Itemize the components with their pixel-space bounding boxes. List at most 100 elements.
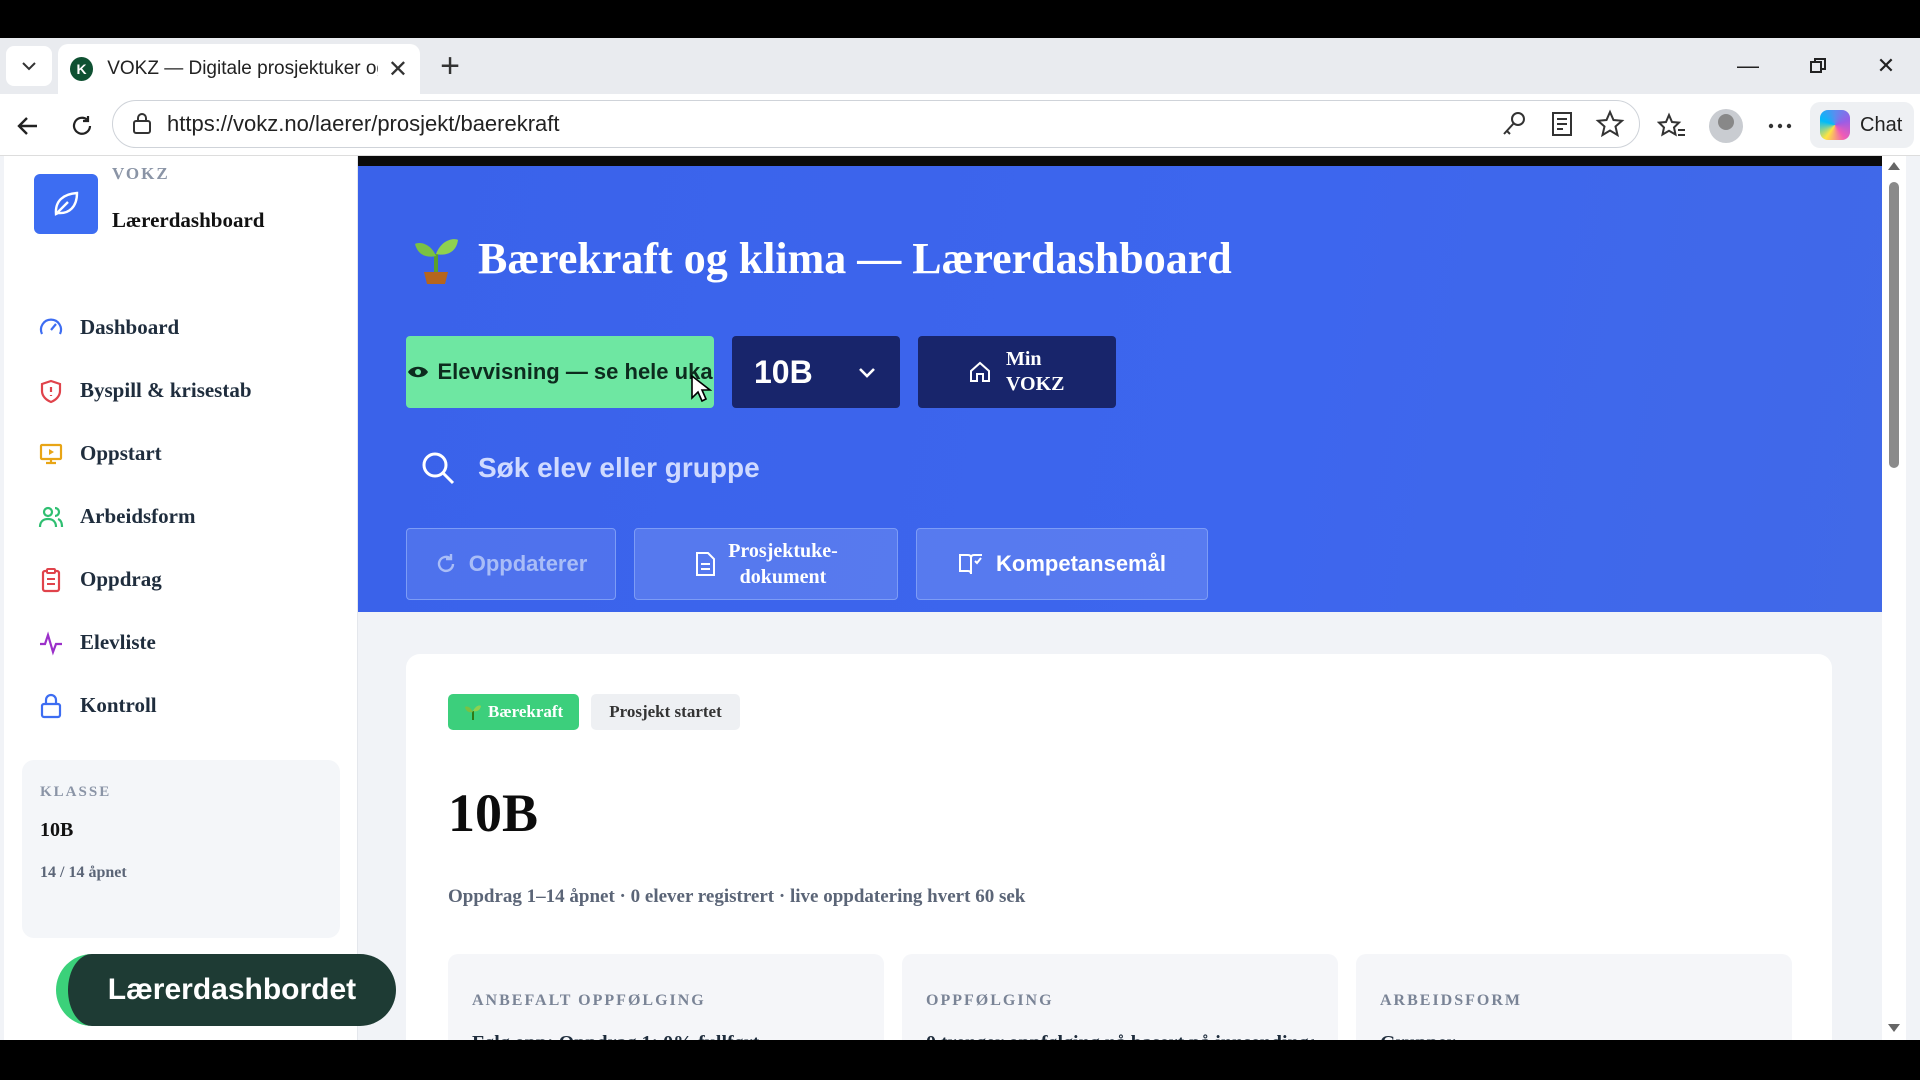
sidebar-item-oppstart[interactable]: Oppstart: [38, 422, 252, 485]
badges: Bærekraft Prosjekt startet: [448, 694, 740, 730]
document-icon: [696, 552, 716, 576]
class-title: 10B: [448, 783, 539, 843]
scroll-up-icon[interactable]: [1888, 162, 1900, 170]
stat-card-workform: ARBEIDSFORM Grupper: [1356, 954, 1792, 1040]
lock-icon: [40, 693, 62, 718]
sidebar-item-label: Byspill & krisestab: [80, 378, 252, 402]
close-tab-icon[interactable]: ✕: [388, 55, 408, 84]
page-scrollbar[interactable]: [1882, 156, 1906, 1040]
class-card: KLASSE 10B 14 / 14 åpnet: [22, 760, 340, 938]
leaf-icon: [54, 191, 79, 216]
favicon-icon: K: [70, 57, 94, 81]
chevron-down-icon: [859, 368, 875, 378]
tab-list-button[interactable]: [6, 46, 52, 86]
restore-button[interactable]: [1790, 46, 1846, 86]
sidebar-item-arbeidsform[interactable]: Arbeidsform: [38, 485, 252, 548]
main-content: Bærekraft og klima — Lærerdashboard Elev…: [358, 156, 1882, 1040]
page-title-text: Bærekraft og klima — Lærerdashboard: [478, 233, 1232, 283]
student-view-label: Elevvisning — se hele uka: [437, 359, 713, 384]
class-overview-card: Bærekraft Prosjekt startet 10B Oppdrag 1…: [406, 654, 1832, 1040]
taskbar-strip: [0, 1040, 1920, 1080]
page-title: Bærekraft og klima — Lærerdashboard: [412, 232, 1232, 284]
sidebar-item-oppdrag[interactable]: Oppdrag: [38, 548, 252, 611]
address-bar[interactable]: https://vokz.no/laerer/prosjekt/baerekra…: [112, 100, 1640, 148]
project-doc-button[interactable]: Prosjektuke-dokument: [634, 528, 898, 600]
key-icon[interactable]: [1499, 109, 1529, 139]
url-text: https://vokz.no/laerer/prosjekt/baerekra…: [167, 111, 560, 136]
class-select[interactable]: 10B: [732, 336, 900, 408]
stat-card-recommended: ANBEFALT OPPFØLGING Følg opp: Oppdrag 1:…: [448, 954, 884, 1040]
seedling-icon: [465, 705, 481, 720]
arrow-left-icon: [17, 117, 37, 135]
profile-button[interactable]: [1706, 106, 1746, 146]
sidebar-item-byspill[interactable]: Byspill & krisestab: [38, 359, 252, 422]
browser-tab[interactable]: K VOKZ — Digitale prosjektuker og … ✕: [58, 44, 420, 94]
restore-icon: [1810, 58, 1826, 73]
competence-goals-button[interactable]: Kompetansemål: [916, 528, 1208, 600]
class-name: 10B: [40, 819, 74, 841]
brand-name: VOKZ: [112, 164, 170, 183]
more-button[interactable]: [1760, 106, 1800, 146]
brand-subtitle: Lærerdashboard: [112, 208, 265, 232]
favorites-button[interactable]: [1652, 106, 1692, 146]
chevron-down-icon: [22, 62, 36, 71]
scrollbar-thumb[interactable]: [1889, 182, 1899, 468]
refresh-button[interactable]: Oppdaterer: [406, 528, 616, 600]
tab-title: VOKZ — Digitale prosjektuker og …: [107, 58, 378, 79]
project-doc-label: Prosjektuke-dokument: [728, 540, 838, 588]
my-vokz-button[interactable]: Min VOKZ: [918, 336, 1116, 408]
refresh-label: Oppdaterer: [468, 551, 588, 576]
back-button[interactable]: [8, 106, 48, 146]
gauge-icon: [39, 318, 63, 334]
logo[interactable]: [34, 174, 98, 234]
reader-mode-icon[interactable]: [1547, 109, 1577, 139]
site-info-icon: [133, 113, 151, 134]
home-icon: [970, 361, 990, 382]
minimize-button[interactable]: —: [1720, 46, 1776, 86]
search-field[interactable]: Søk elev eller gruppe: [420, 450, 760, 486]
more-icon: [1768, 123, 1792, 129]
avatar: [1709, 109, 1743, 143]
search-icon: [422, 452, 455, 485]
stat-value: Følg opp: Oppdrag 1: 0% fullført: [472, 1032, 860, 1040]
sidebar-item-kontroll[interactable]: Kontroll: [38, 674, 252, 737]
sidebar-item-label: Oppdrag: [80, 567, 162, 591]
activity-icon: [40, 630, 62, 655]
address-bar-actions: [1499, 109, 1625, 139]
browser-toolbar: https://vokz.no/laerer/prosjekt/baerekra…: [0, 94, 1920, 156]
presentation-icon: [39, 443, 63, 464]
copilot-chat-button[interactable]: Chat: [1810, 102, 1914, 148]
reload-button[interactable]: [62, 106, 102, 146]
book-icon: [959, 554, 983, 575]
seedling-icon: [415, 239, 458, 284]
shield-icon: [40, 379, 62, 403]
sidebar-item-label: Dashboard: [80, 315, 180, 339]
mouse-cursor-icon: [691, 374, 712, 403]
class-select-value: 10B: [754, 353, 813, 390]
student-view-button[interactable]: Elevvisning — se hele uka: [406, 336, 714, 408]
close-window-button[interactable]: ✕: [1858, 46, 1914, 86]
class-eyebrow: KLASSE: [40, 784, 112, 800]
stat-eyebrow: ARBEIDSFORM: [1380, 992, 1523, 1009]
stat-value: 0 trenger oppfølging nå basert på innsen…: [926, 1032, 1314, 1040]
star-icon[interactable]: [1595, 109, 1625, 139]
chat-label: Chat: [1860, 113, 1903, 136]
class-meta: Oppdrag 1–14 åpnet · 0 elever registrert…: [448, 886, 1026, 907]
eye-icon: [408, 366, 429, 378]
hero-banner: Bærekraft og klima — Lærerdashboard Elev…: [358, 156, 1882, 612]
screen: K VOKZ — Digitale prosjektuker og … ✕ + …: [0, 0, 1920, 1080]
sidebar-item-dashboard[interactable]: Dashboard: [38, 296, 252, 359]
hero-actions: Elevvisning — se hele uka 10B Min VOKZ: [406, 336, 1116, 408]
sidebar-item-elevliste[interactable]: Elevliste: [38, 611, 252, 674]
sidebar: VOKZ Lærerdashboard Dashboard Byspill & …: [4, 156, 358, 1040]
stat-value: Grupper: [1380, 1032, 1768, 1040]
browser-tab-bar: K VOKZ — Digitale prosjektuker og … ✕ + …: [0, 38, 1920, 94]
stat-card-followup: OPPFØLGING 0 trenger oppfølging nå baser…: [902, 954, 1338, 1040]
new-tab-button[interactable]: +: [432, 47, 468, 85]
copilot-icon: [1820, 110, 1850, 140]
sidebar-item-label: Oppstart: [80, 441, 162, 465]
stat-cards: ANBEFALT OPPFØLGING Følg opp: Oppdrag 1:…: [448, 954, 1792, 1040]
search-placeholder: Søk elev eller gruppe: [478, 452, 760, 483]
clipboard-icon: [41, 567, 61, 592]
scroll-down-icon[interactable]: [1888, 1024, 1900, 1032]
